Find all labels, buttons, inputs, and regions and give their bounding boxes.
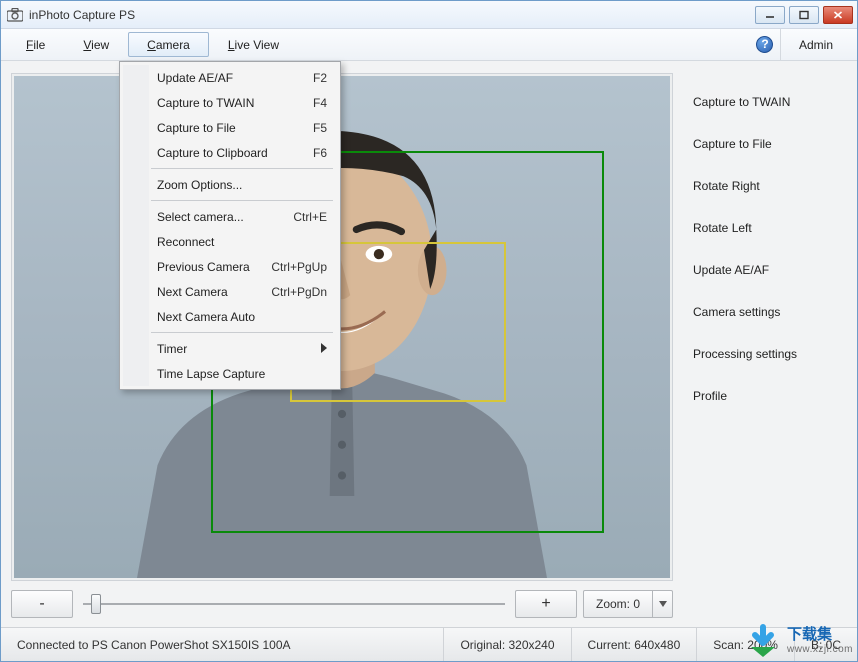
menu-item-next-camera-auto[interactable]: Next Camera Auto bbox=[123, 304, 337, 329]
menu-item-shortcut: F2 bbox=[313, 71, 327, 85]
menu-item-next-camera[interactable]: Next Camera Ctrl+PgDn bbox=[123, 279, 337, 304]
help-button[interactable]: ? bbox=[750, 29, 780, 60]
menu-item-shortcut: F4 bbox=[313, 96, 327, 110]
menu-item-zoom-options[interactable]: Zoom Options... bbox=[123, 172, 337, 197]
zoom-slider-thumb[interactable] bbox=[91, 594, 101, 614]
window-title: inPhoto Capture PS bbox=[29, 8, 755, 22]
menubar: File View Camera Live View ? Admin bbox=[1, 29, 857, 61]
menu-item-label: Update AE/AF bbox=[157, 71, 233, 85]
zoom-out-button[interactable]: - bbox=[11, 590, 73, 618]
zoom-slider[interactable] bbox=[79, 603, 509, 605]
menu-item-label: Reconnect bbox=[157, 235, 214, 249]
status-b: B: 0C bbox=[795, 628, 857, 661]
menu-item-capture-to-file[interactable]: Capture to File F5 bbox=[123, 115, 337, 140]
titlebar: inPhoto Capture PS bbox=[1, 1, 857, 29]
status-connection: Connected to PS Canon PowerShot SX150IS … bbox=[1, 628, 444, 661]
menu-separator bbox=[151, 332, 333, 333]
preview-frame bbox=[11, 73, 673, 581]
minimize-button[interactable] bbox=[755, 6, 785, 24]
live-preview[interactable] bbox=[14, 76, 670, 578]
menu-item-shortcut: F5 bbox=[313, 121, 327, 135]
action-capture-to-twain[interactable]: Capture to TWAIN bbox=[693, 81, 847, 123]
menu-item-label: Previous Camera bbox=[157, 260, 250, 274]
action-capture-to-file[interactable]: Capture to File bbox=[693, 123, 847, 165]
zoom-value: Zoom: 0 bbox=[583, 590, 653, 618]
menu-item-label: Time Lapse Capture bbox=[157, 367, 265, 381]
menu-item-label: Capture to Clipboard bbox=[157, 146, 268, 160]
action-rotate-right[interactable]: Rotate Right bbox=[693, 165, 847, 207]
zoom-in-button[interactable]: + bbox=[515, 590, 577, 618]
menu-item-select-camera[interactable]: Select camera... Ctrl+E bbox=[123, 204, 337, 229]
window-controls bbox=[755, 6, 853, 24]
action-processing-settings[interactable]: Processing settings bbox=[693, 333, 847, 375]
camera-menu-dropdown: Update AE/AFF2Capture to TWAINF4Capture … bbox=[119, 61, 341, 390]
menu-item-shortcut: Ctrl+PgDn bbox=[271, 285, 327, 299]
camera-icon bbox=[7, 8, 23, 22]
menu-item-reconnect[interactable]: Reconnect bbox=[123, 229, 337, 254]
action-camera-settings[interactable]: Camera settings bbox=[693, 291, 847, 333]
menu-item-previous-camera[interactable]: Previous Camera Ctrl+PgUp bbox=[123, 254, 337, 279]
submenu-arrow-icon bbox=[321, 342, 327, 356]
menu-item-timer[interactable]: Timer bbox=[123, 336, 337, 361]
action-rotate-left[interactable]: Rotate Left bbox=[693, 207, 847, 249]
menu-admin[interactable]: Admin bbox=[780, 29, 851, 60]
menu-separator bbox=[151, 200, 333, 201]
menu-view[interactable]: View bbox=[64, 32, 128, 57]
menu-item-label: Select camera... bbox=[157, 210, 244, 224]
zoom-controls: - + Zoom: 0 bbox=[11, 587, 673, 621]
menu-item-label: Next Camera Auto bbox=[157, 310, 255, 324]
help-icon: ? bbox=[756, 36, 773, 53]
status-current: Current: 640x480 bbox=[572, 628, 698, 661]
actions-panel: Capture to TWAINCapture to FileRotate Ri… bbox=[679, 73, 847, 621]
menu-item-capture-to-twain[interactable]: Capture to TWAIN F4 bbox=[123, 90, 337, 115]
close-button[interactable] bbox=[823, 6, 853, 24]
preview-image bbox=[14, 76, 670, 578]
action-update-ae-af[interactable]: Update AE/AF bbox=[693, 249, 847, 291]
menu-camera[interactable]: Camera bbox=[128, 32, 209, 57]
menu-file[interactable]: File bbox=[7, 32, 64, 57]
menu-item-label: Timer bbox=[157, 342, 187, 356]
camera-menu-list: Update AE/AFF2Capture to TWAINF4Capture … bbox=[123, 65, 337, 386]
zoom-dropdown-button[interactable] bbox=[653, 590, 673, 618]
menu-item-shortcut: Ctrl+PgUp bbox=[271, 260, 327, 274]
menu-item-time-lapse-capture[interactable]: Time Lapse Capture bbox=[123, 361, 337, 386]
menu-item-label: Zoom Options... bbox=[157, 178, 242, 192]
maximize-button[interactable] bbox=[789, 6, 819, 24]
action-profile[interactable]: Profile bbox=[693, 375, 847, 417]
menu-item-shortcut: Ctrl+E bbox=[293, 210, 327, 224]
menu-liveview[interactable]: Live View bbox=[209, 32, 298, 57]
menu-item-update-ae-af[interactable]: Update AE/AF F2 bbox=[123, 65, 337, 90]
menu-item-label: Capture to File bbox=[157, 121, 236, 135]
statusbar: Connected to PS Canon PowerShot SX150IS … bbox=[1, 627, 857, 661]
app-window: inPhoto Capture PS File View Camera Live… bbox=[0, 0, 858, 662]
menu-separator bbox=[151, 168, 333, 169]
menu-item-label: Next Camera bbox=[157, 285, 228, 299]
menu-item-shortcut: F6 bbox=[313, 146, 327, 160]
status-original: Original: 320x240 bbox=[444, 628, 571, 661]
left-column: - + Zoom: 0 bbox=[11, 73, 673, 621]
menu-item-label: Capture to TWAIN bbox=[157, 96, 254, 110]
status-scan: Scan: 200% bbox=[697, 628, 795, 661]
menu-item-capture-to-clipboard[interactable]: Capture to Clipboard F6 bbox=[123, 140, 337, 165]
